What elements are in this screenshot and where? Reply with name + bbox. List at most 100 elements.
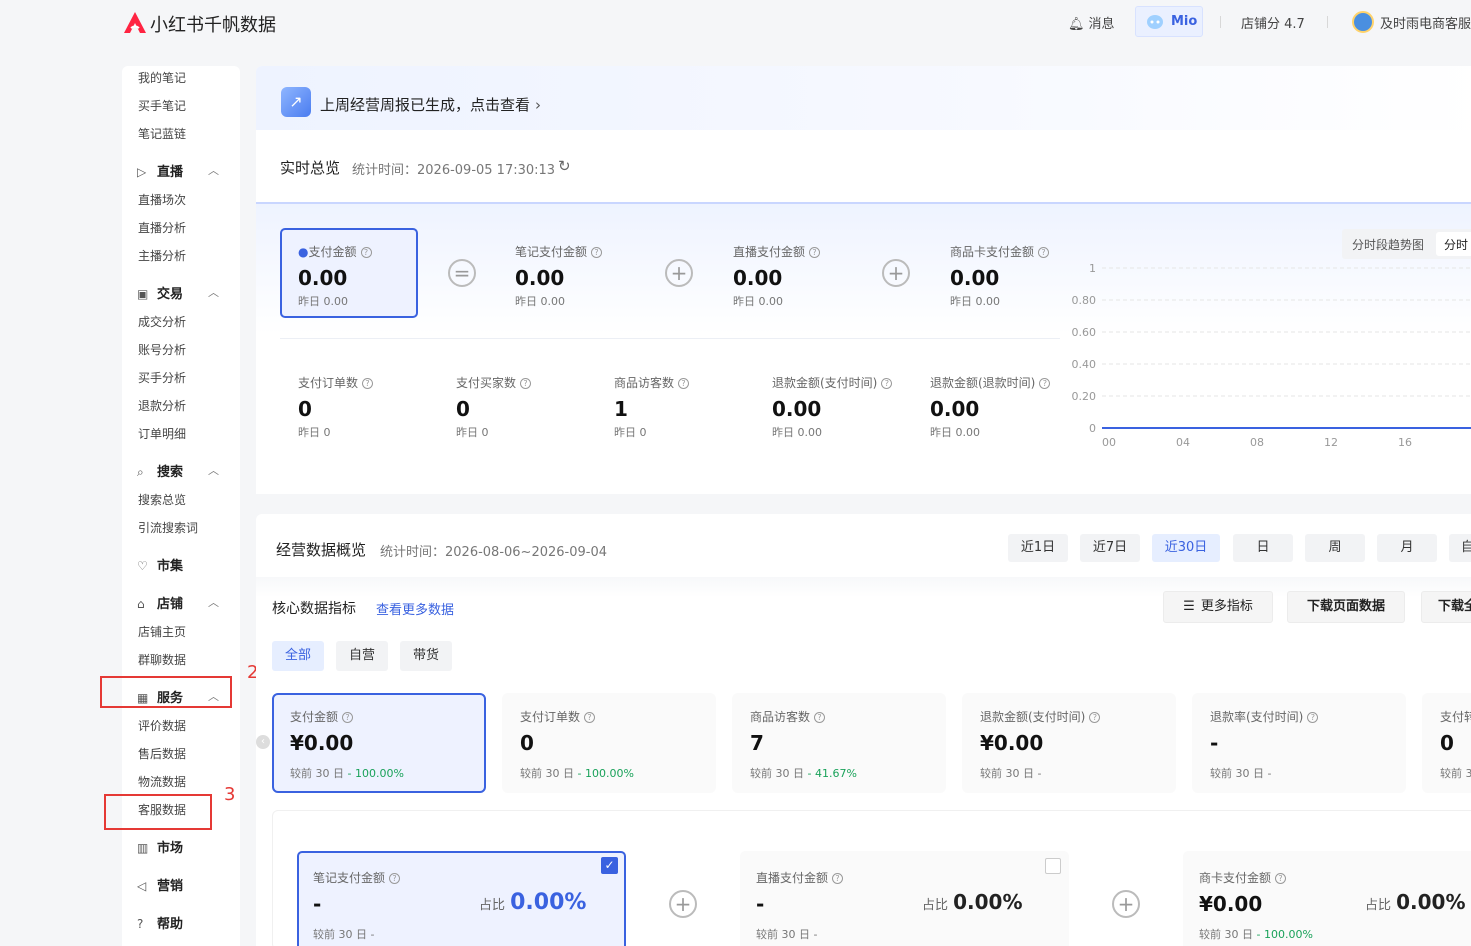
sidebar-group-market[interactable]: ▥ 市场 <box>137 837 183 856</box>
store-icon: ⌂ <box>137 597 145 611</box>
money-bag-icon: ● <box>298 245 309 259</box>
sidebar-item-order-details[interactable]: 订单明细 <box>138 425 186 442</box>
x-tick-label: 12 <box>1324 436 1338 449</box>
tab-hourly-trend[interactable]: 分时段趋势图 <box>1352 236 1424 253</box>
metric-yesterday: 昨日 0.00 <box>733 295 783 308</box>
kpi-value: ¥0.00 <box>980 731 1044 755</box>
range-30d-button[interactable]: 近30日 <box>1152 534 1220 562</box>
realtime-line-chart: 10.800.600.400.20000040812162 <box>1072 262 1471 449</box>
y-tick-label: 0.40 <box>1072 358 1097 371</box>
kpi-label: 支付订单数? <box>520 708 596 725</box>
more-metrics-button[interactable]: ☰ 更多指标 <box>1163 591 1273 623</box>
kpi-label: 商品访客数? <box>750 708 826 725</box>
sidebar-item-account-analysis[interactable]: 账号分析 <box>138 341 186 358</box>
realtime-stat-time: 统计时间：2026-09-05 17:30:13 <box>352 163 556 178</box>
sidebar-group-trade[interactable]: ▣ 交易 <box>137 283 183 302</box>
avatar[interactable] <box>1352 11 1374 33</box>
sidebar-group-service[interactable]: ▦ 服务 <box>137 687 183 706</box>
help-icon: ? <box>1275 873 1287 884</box>
help-icon: ? <box>809 247 821 258</box>
kpi-compare: 较前 30 日 - 41.67% <box>750 767 857 780</box>
filter-tab-affiliate[interactable]: 带货 <box>400 641 452 671</box>
app-title[interactable]: 小红书千帆数据 <box>150 11 276 37</box>
sidebar-item-note-links[interactable]: 笔记蓝链 <box>138 125 186 142</box>
sidebar-item-review-data[interactable]: 评价数据 <box>138 717 186 734</box>
range-day-button[interactable]: 日 <box>1233 534 1293 562</box>
metric-value: 1 <box>614 397 628 421</box>
kpi-label: 支付金额? <box>290 708 354 725</box>
y-tick-label: 0.80 <box>1072 294 1097 307</box>
account-name[interactable]: 及时雨电商客服 <box>1380 13 1471 32</box>
range-7d-button[interactable]: 近7日 <box>1080 534 1140 562</box>
breakdown-value: ¥0.00 <box>1199 892 1263 916</box>
chevron-up-icon[interactable]: ︿ <box>208 462 219 478</box>
checkbox-checked[interactable]: ✓ <box>601 857 618 874</box>
metric-yesterday: 昨日 0.00 <box>298 295 348 308</box>
y-tick-label: 0.20 <box>1072 390 1097 403</box>
logo-icon[interactable] <box>122 10 148 36</box>
sidebar-item-store-home[interactable]: 店铺主页 <box>138 623 186 640</box>
sidebar-item-buyer-notes[interactable]: 买手笔记 <box>138 97 186 114</box>
kpi-compare: 较前 30 日 - 100.00% <box>290 767 404 780</box>
range-custom-button[interactable]: 自 <box>1449 534 1471 562</box>
sidebar-group-market-fair[interactable]: ♡ 市集 <box>137 555 183 574</box>
breakdown-compare: 较前 30 日 - <box>313 928 375 941</box>
scroll-left-icon[interactable]: ‹ <box>256 735 270 749</box>
sidebar-group-search[interactable]: ⌕ 搜索 <box>137 461 183 480</box>
sidebar-group-marketing[interactable]: ◁ 营销 <box>137 875 183 894</box>
view-more-data-link[interactable]: 查看更多数据 <box>376 599 454 618</box>
sidebar-item-host-analysis[interactable]: 主播分析 <box>138 247 186 264</box>
sidebar-group-help[interactable]: ? 帮助 <box>137 913 183 932</box>
sidebar-item-logistics-data[interactable]: 物流数据 <box>138 773 186 790</box>
help-icon: ? <box>362 378 374 389</box>
x-tick-label: 08 <box>1250 436 1264 449</box>
sidebar-group-store[interactable]: ⌂ 店铺 <box>137 593 183 612</box>
trade-icon: ▣ <box>137 287 149 301</box>
range-1d-button[interactable]: 近1日 <box>1008 534 1068 562</box>
metric-value: 0.00 <box>733 266 783 290</box>
help-icon: ? <box>360 247 372 258</box>
sidebar-item-search-terms[interactable]: 引流搜索词 <box>138 519 198 536</box>
sidebar-item-buyer-analysis[interactable]: 买手分析 <box>138 369 186 386</box>
help-icon: ? <box>832 873 844 884</box>
core-metrics-title: 核心数据指标 <box>272 601 356 617</box>
x-tick-label: 16 <box>1398 436 1412 449</box>
weekly-report-link[interactable]: 上周经营周报已生成，点击查看 › <box>320 94 541 115</box>
sidebar-group-live[interactable]: ▷ 直播 <box>137 161 183 180</box>
sidebar-item-deal-analysis[interactable]: 成交分析 <box>138 313 186 330</box>
messages-link[interactable]: 🔔︎ 消息 <box>1068 13 1115 32</box>
sidebar-item-live-analysis[interactable]: 直播分析 <box>138 219 186 236</box>
kpi-compare: 较前 30 日 - 100.00% <box>520 767 634 780</box>
filter-tab-all[interactable]: 全部 <box>272 641 324 671</box>
help-icon: ? <box>814 712 826 723</box>
tab-hourly-label: 分时 <box>1444 238 1469 252</box>
sidebar-item-refund-analysis[interactable]: 退款分析 <box>138 397 186 414</box>
range-week-button[interactable]: 周 <box>1305 534 1365 562</box>
sidebar-item-my-notes[interactable]: 我的笔记 <box>138 69 186 86</box>
help-icon: ? <box>342 712 354 723</box>
sidebar-item-group-chat[interactable]: 群聊数据 <box>138 651 186 668</box>
filter-tab-self-operated[interactable]: 自营 <box>336 641 388 671</box>
download-page-data-button[interactable]: 下载页面数据 <box>1287 591 1405 623</box>
sidebar-item-search-overview[interactable]: 搜索总览 <box>138 491 186 508</box>
play-icon: ▷ <box>137 165 147 179</box>
shop-score[interactable]: 店铺分 4.7 <box>1241 13 1305 32</box>
refresh-icon[interactable]: ↻ <box>558 157 571 175</box>
download-all-button[interactable]: 下载全 <box>1421 591 1471 623</box>
chevron-up-icon[interactable]: ︿ <box>208 162 219 178</box>
chevron-up-icon[interactable]: ︿ <box>208 594 219 610</box>
help-icon: ? <box>1038 247 1050 258</box>
chevron-up-icon[interactable]: ︿ <box>208 284 219 300</box>
mio-button[interactable]: Mio <box>1135 6 1203 37</box>
chart-icon: ▥ <box>137 841 149 855</box>
equals-icon: = <box>448 259 476 287</box>
range-month-button[interactable]: 月 <box>1377 534 1437 562</box>
sidebar-item-live-sessions[interactable]: 直播场次 <box>138 191 186 208</box>
sidebar-item-aftersale-data[interactable]: 售后数据 <box>138 745 186 762</box>
chevron-up-icon[interactable]: ︿ <box>208 688 219 704</box>
plus-icon: + <box>665 259 693 287</box>
metric-value: 0.00 <box>515 266 565 290</box>
kpi-value: - <box>1210 731 1219 755</box>
sidebar-item-customer-service-data[interactable]: 客服数据 <box>138 801 186 818</box>
checkbox-unchecked[interactable] <box>1045 858 1061 874</box>
